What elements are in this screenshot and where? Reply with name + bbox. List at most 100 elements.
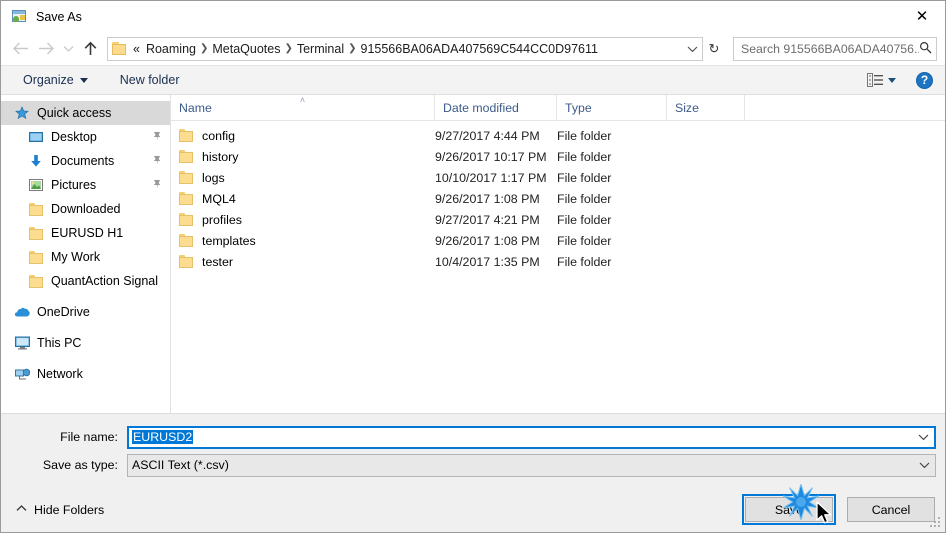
address-chevron-down-icon[interactable] (682, 45, 702, 53)
sidebar-item-label: This PC (37, 336, 82, 350)
save-form: File name: EURUSD2 Save as type: ASCII T… (1, 413, 945, 487)
file-type-cell: File folder (557, 212, 612, 227)
pin-icon[interactable] (152, 154, 162, 168)
pin-icon[interactable] (152, 130, 162, 144)
sidebar-item-pictures[interactable]: Pictures (1, 173, 170, 197)
sidebar-item-label: EURUSD H1 (51, 226, 124, 240)
column-header-type[interactable]: Type (557, 95, 667, 120)
sidebar-item-this-pc[interactable]: This PC (1, 331, 170, 355)
table-row[interactable]: MQL4 9/26/2017 1:08 PM File folder (171, 188, 945, 209)
cancel-button[interactable]: Cancel (847, 497, 935, 522)
folder-icon (27, 274, 45, 288)
file-type-cell: File folder (557, 233, 612, 248)
close-icon[interactable]: ✕ (899, 1, 945, 32)
network-icon (13, 367, 31, 381)
file-date-cell: 9/27/2017 4:44 PM (435, 128, 540, 143)
save-button[interactable]: Save (742, 494, 836, 525)
file-type-row: Save as type: ASCII Text (*.csv) (10, 453, 936, 477)
search-icon (919, 41, 932, 57)
title-bar: Save As ✕ (1, 1, 945, 32)
sidebar-item-label: Pictures (51, 178, 97, 192)
table-row[interactable]: templates 9/26/2017 1:08 PM File folder (171, 230, 945, 251)
onedrive-cloud-icon (13, 306, 31, 318)
column-header-label: Date modified (443, 100, 519, 115)
folder-icon (179, 192, 194, 205)
file-name-cell: logs (171, 171, 435, 185)
sidebar-item-network[interactable]: Network (1, 362, 170, 386)
file-name-label: logs (202, 170, 225, 185)
sidebar-item-label: Downloaded (51, 202, 121, 216)
file-name-value[interactable]: EURUSD2 (130, 430, 912, 444)
sort-ascending-icon: ˄ (299, 95, 306, 105)
save-as-dialog: Save As ✕ « Roaming ❯ MetaQuotes ❯ Termi… (0, 0, 946, 533)
dialog-footer: Hide Folders Save Cancel (1, 487, 945, 532)
folder-icon (27, 226, 45, 240)
breadcrumb-item-roaming[interactable]: Roaming (143, 41, 199, 57)
search-box[interactable]: Search 915566BA06ADA40756... (733, 36, 937, 61)
pin-icon[interactable] (152, 178, 162, 192)
organize-button[interactable]: Organize (15, 70, 96, 90)
breadcrumb-separator-icon: ❯ (348, 43, 357, 54)
file-name-selected-text: EURUSD2 (132, 430, 194, 444)
file-date-cell: 9/27/2017 4:21 PM (435, 212, 540, 227)
sidebar-item-desktop[interactable]: Desktop (1, 125, 170, 149)
file-type-cell: File folder (557, 191, 612, 206)
sidebar-item-onedrive[interactable]: OneDrive (1, 300, 170, 324)
column-header-size[interactable]: Size (667, 95, 745, 120)
documents-icon (27, 154, 45, 168)
chevron-down-icon[interactable] (913, 461, 935, 469)
forward-button[interactable] (33, 36, 59, 62)
column-header-name[interactable]: ˄ Name (171, 95, 435, 120)
save-as-type-select[interactable]: ASCII Text (*.csv) (127, 453, 936, 477)
folder-icon (179, 234, 194, 247)
folder-icon (179, 213, 194, 226)
file-name-row: File name: EURUSD2 (10, 425, 936, 449)
breadcrumb-separator-icon: ❯ (199, 43, 209, 54)
star-icon (13, 106, 31, 120)
desktop-icon (27, 131, 45, 144)
new-folder-button[interactable]: New folder (112, 70, 188, 90)
sidebar-item-downloaded[interactable]: Downloaded (1, 197, 170, 221)
file-name-cell: templates (171, 234, 435, 248)
command-toolbar: Organize New folder ? (1, 65, 945, 95)
breadcrumb-item-terminal[interactable]: Terminal (294, 41, 347, 57)
sidebar-item-eurusd-h1[interactable]: EURUSD H1 (1, 221, 170, 245)
sidebar-item-quick-access[interactable]: Quick access (1, 101, 170, 125)
search-input[interactable]: Search 915566BA06ADA40756... (741, 42, 919, 56)
view-options-button[interactable] (863, 71, 900, 89)
refresh-icon[interactable]: ↻ (703, 41, 725, 57)
breadcrumb-item-metaquotes[interactable]: MetaQuotes (209, 41, 283, 57)
sidebar-item-label: My Work (51, 250, 101, 264)
column-header-date-modified[interactable]: Date modified (435, 95, 557, 120)
sidebar-item-my-work[interactable]: My Work (1, 245, 170, 269)
table-row[interactable]: logs 10/10/2017 1:17 PM File folder (171, 167, 945, 188)
this-pc-icon (13, 336, 31, 350)
back-button[interactable] (7, 36, 33, 62)
breadcrumb-item-terminal-id[interactable]: 915566BA06ADA407569C544CC0D97611 (358, 41, 601, 57)
sidebar-group-onedrive: OneDrive (1, 300, 170, 324)
address-bar[interactable]: « Roaming ❯ MetaQuotes ❯ Terminal ❯ 9155… (107, 36, 703, 61)
table-row[interactable]: profiles 9/27/2017 4:21 PM File folder (171, 209, 945, 230)
recent-locations-chevron-down-icon[interactable] (59, 36, 77, 62)
file-name-cell: profiles (171, 213, 435, 227)
chevron-down-icon[interactable] (912, 433, 934, 441)
table-row[interactable]: tester 10/4/2017 1:35 PM File folder (171, 251, 945, 272)
file-name-input[interactable]: EURUSD2 (127, 425, 936, 449)
resize-grip[interactable] (930, 517, 942, 529)
pictures-icon (27, 179, 45, 191)
help-icon[interactable]: ? (916, 71, 933, 89)
file-date-cell: 9/26/2017 1:08 PM (435, 191, 540, 206)
table-row[interactable]: config 9/27/2017 4:44 PM File folder (171, 125, 945, 146)
table-row[interactable]: history 9/26/2017 10:17 PM File folder (171, 146, 945, 167)
sidebar-item-label: Desktop (51, 130, 97, 144)
hide-folders-button[interactable]: Hide Folders (11, 503, 104, 517)
sidebar-item-quantaction-signal[interactable]: QuantAction Signal (1, 269, 170, 293)
up-button[interactable] (77, 36, 103, 62)
sidebar-item-documents[interactable]: Documents (1, 149, 170, 173)
file-date-cell: 10/4/2017 1:35 PM (435, 254, 540, 269)
folder-icon (27, 250, 45, 264)
breadcrumb: « Roaming ❯ MetaQuotes ❯ Terminal ❯ 9155… (132, 41, 682, 57)
file-date-cell: 9/26/2017 1:08 PM (435, 233, 540, 248)
file-type-cell: File folder (557, 149, 612, 164)
file-name-cell: history (171, 150, 435, 164)
